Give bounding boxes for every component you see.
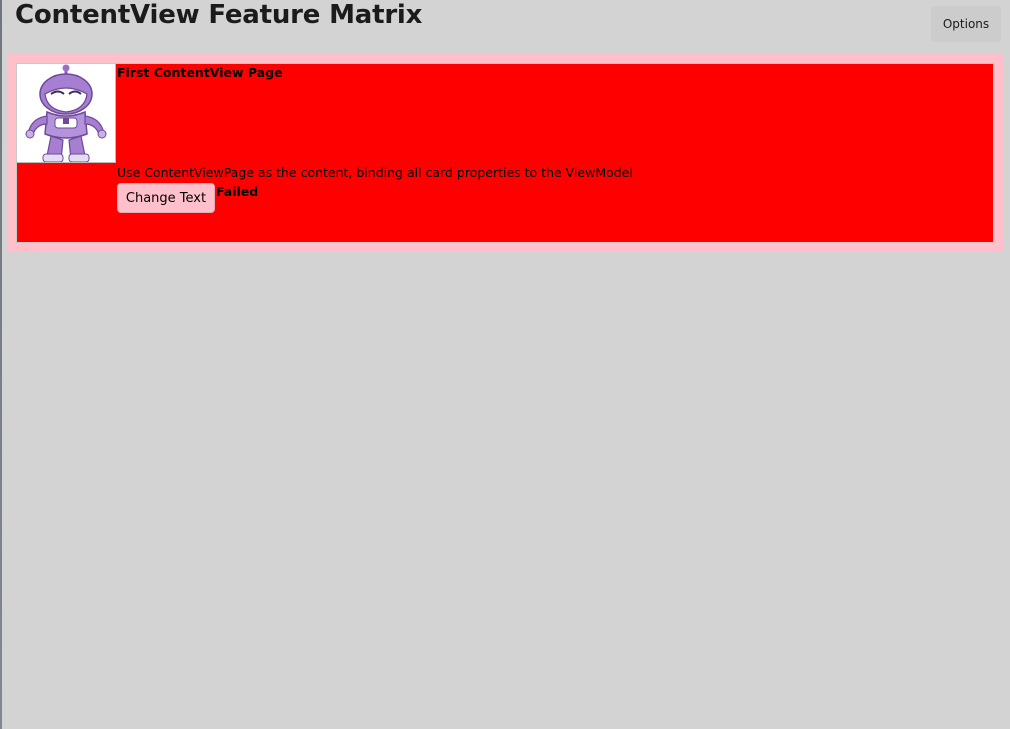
card-description: Use ContentViewPage as the content, bind…: [117, 165, 633, 180]
dotnet-bot-image: [25, 64, 107, 162]
card: [16, 63, 994, 243]
window-edge: [0, 0, 2, 729]
card-title: First ContentView Page: [117, 65, 283, 80]
status-label: Failed: [216, 184, 259, 199]
page-title: ContentView Feature Matrix: [15, 0, 423, 30]
dotnet-bot-icon: [17, 64, 116, 163]
change-text-button[interactable]: Change Text: [117, 183, 215, 213]
options-button[interactable]: Options: [931, 6, 1001, 42]
